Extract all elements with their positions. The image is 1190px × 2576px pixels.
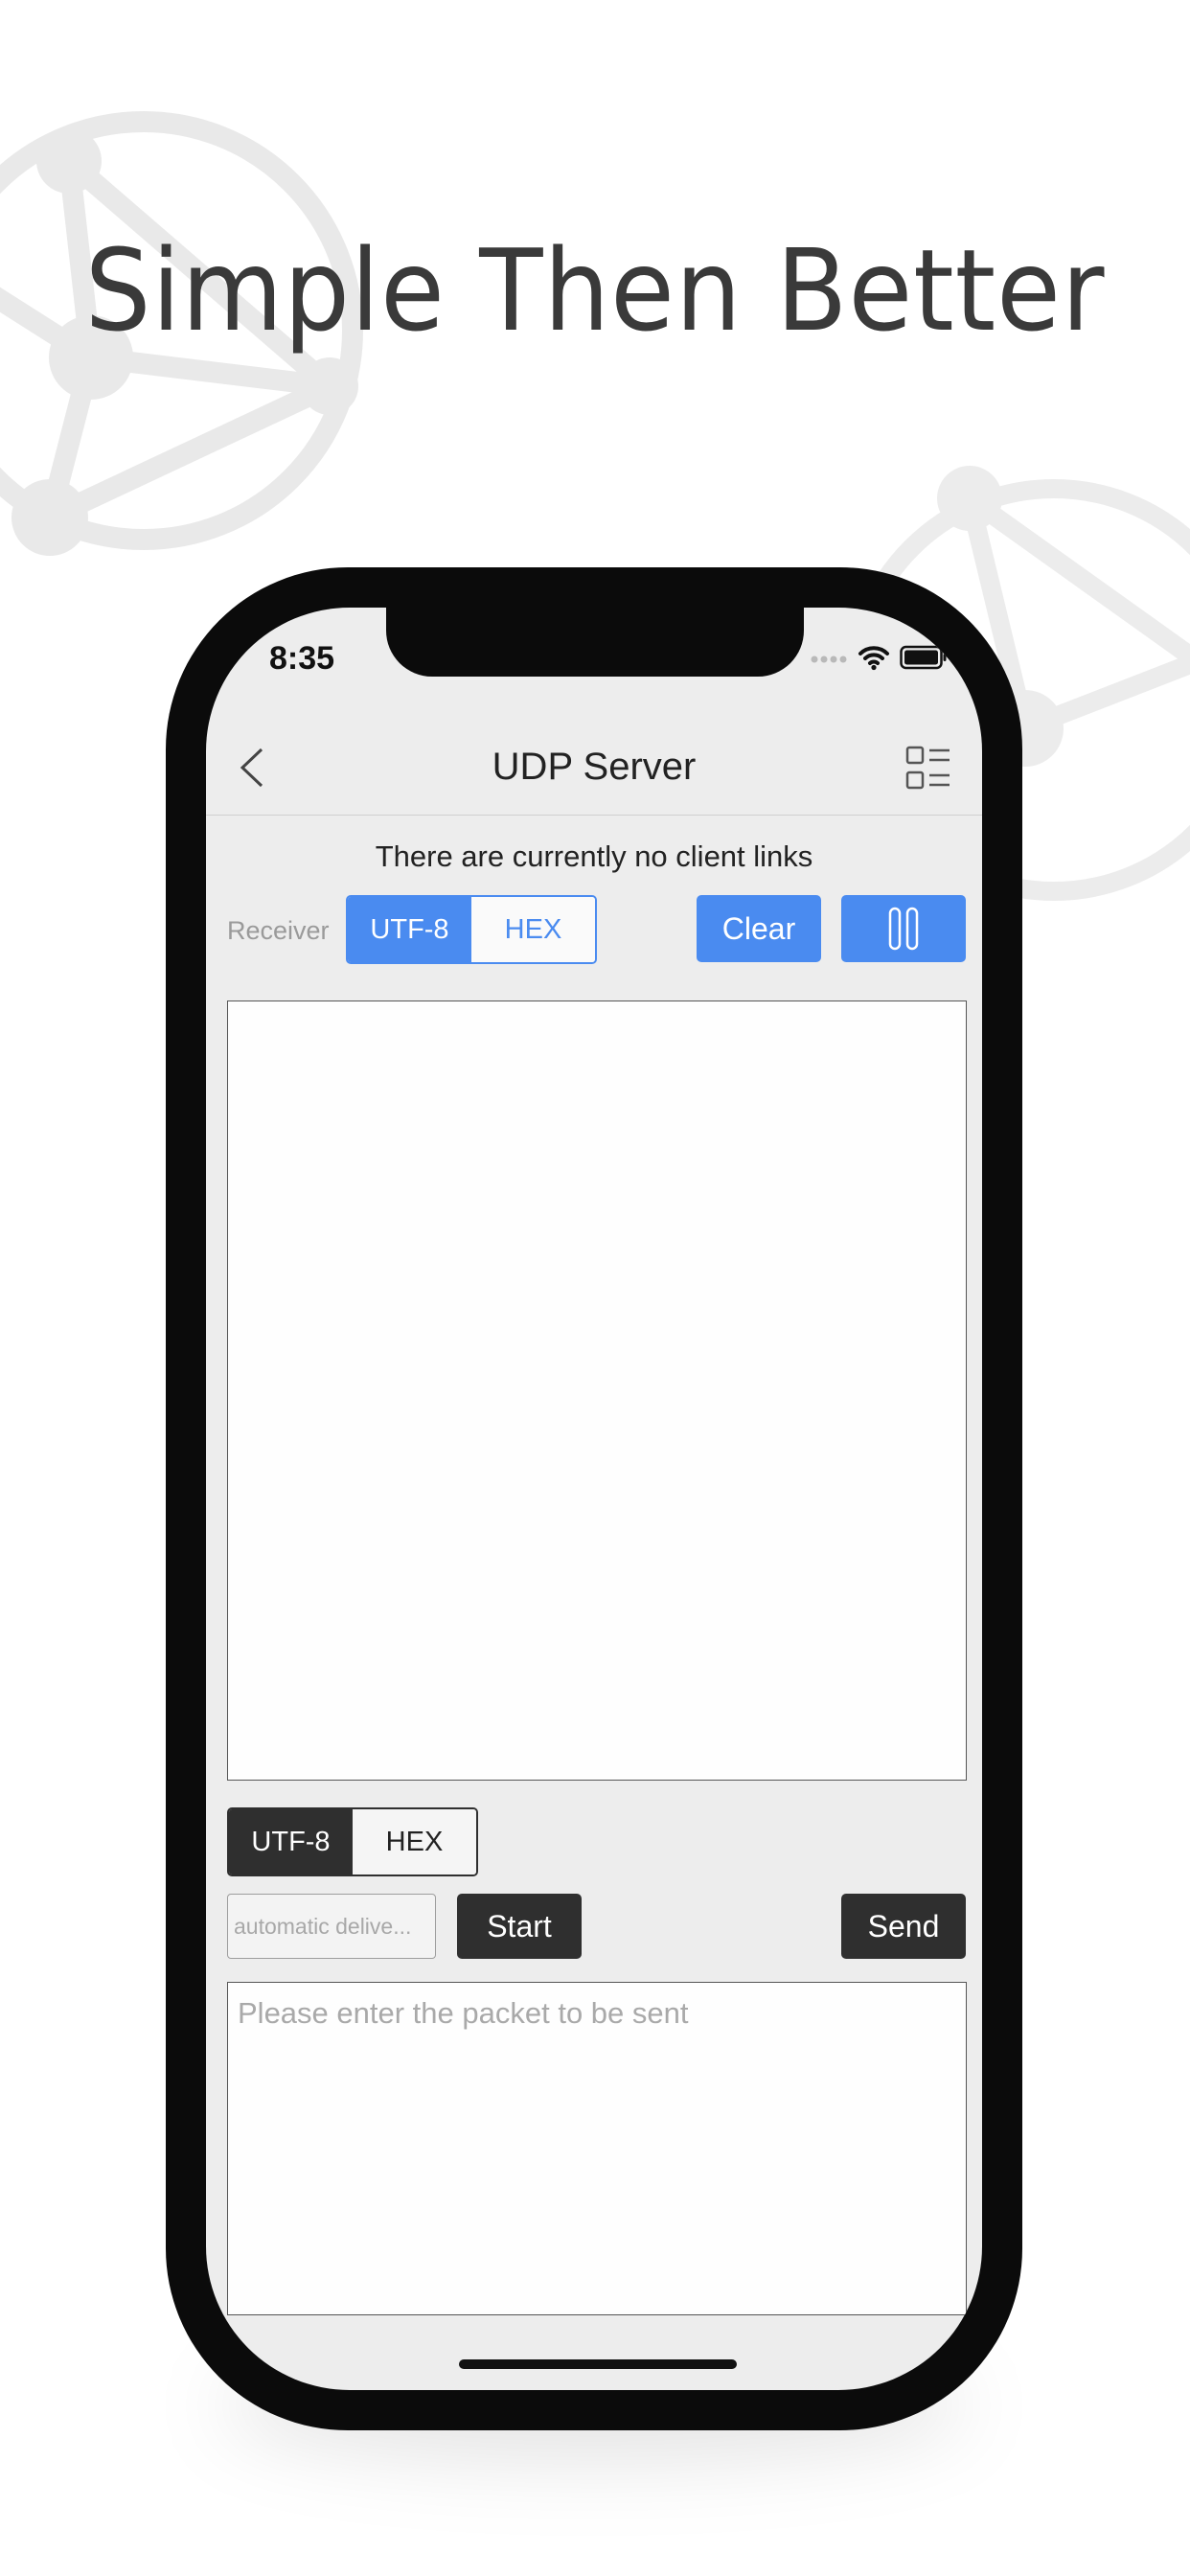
sender-encoding-toggle: UTF-8 HEX bbox=[227, 1807, 478, 1876]
list-menu-icon[interactable] bbox=[904, 744, 953, 794]
phone-notch bbox=[386, 608, 804, 677]
clear-button[interactable]: Clear bbox=[697, 895, 821, 962]
home-indicator[interactable] bbox=[459, 2359, 737, 2369]
navigation-bar: UDP Server bbox=[206, 721, 982, 816]
send-button[interactable]: Send bbox=[841, 1894, 966, 1959]
packet-input[interactable] bbox=[227, 1982, 967, 2315]
start-button[interactable]: Start bbox=[457, 1894, 582, 1959]
cellular-signal-icon bbox=[811, 656, 847, 663]
receiver-utf8-option[interactable]: UTF-8 bbox=[348, 897, 471, 962]
page-title: UDP Server bbox=[492, 746, 697, 788]
battery-icon bbox=[900, 645, 947, 670]
wifi-icon bbox=[858, 646, 889, 671]
promo-tagline: Simple Then Better bbox=[84, 224, 1106, 356]
sender-hex-option[interactable]: HEX bbox=[353, 1809, 476, 1874]
pause-icon bbox=[888, 907, 919, 951]
connection-status-text: There are currently no client links bbox=[375, 840, 813, 873]
sender-utf8-option[interactable]: UTF-8 bbox=[229, 1809, 353, 1874]
status-time: 8:35 bbox=[269, 640, 335, 677]
pause-button[interactable] bbox=[841, 895, 966, 962]
app-screen: 8:35 UDP Server There are currently no c… bbox=[206, 608, 982, 2390]
received-data-area[interactable] bbox=[227, 1000, 967, 1781]
receiver-label: Receiver bbox=[227, 916, 330, 945]
auto-delivery-interval-input[interactable] bbox=[227, 1894, 436, 1959]
receiver-hex-option[interactable]: HEX bbox=[471, 897, 595, 962]
status-icons bbox=[810, 644, 948, 671]
receiver-encoding-toggle: UTF-8 HEX bbox=[346, 895, 597, 964]
phone-frame: 8:35 UDP Server There are currently no c… bbox=[166, 567, 1022, 2430]
